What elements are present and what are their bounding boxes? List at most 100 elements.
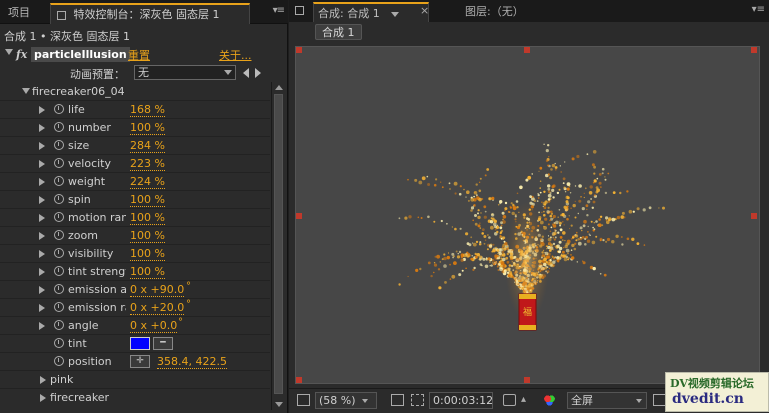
property-value[interactable]: 100 % bbox=[130, 229, 165, 243]
expand-triangle-icon[interactable] bbox=[39, 124, 45, 132]
stopwatch-icon[interactable] bbox=[54, 194, 64, 204]
property-value[interactable]: 223 % bbox=[130, 157, 165, 171]
expand-triangle-icon[interactable] bbox=[40, 376, 46, 384]
color-channels-icon[interactable] bbox=[543, 394, 556, 406]
reset-link[interactable]: 重置 bbox=[128, 47, 150, 63]
stopwatch-icon[interactable] bbox=[54, 266, 64, 276]
property-name: emission ra bbox=[68, 301, 126, 314]
preset-next-icon[interactable] bbox=[255, 68, 261, 78]
layer-handle[interactable] bbox=[296, 47, 302, 53]
lock-icon[interactable] bbox=[295, 6, 304, 15]
show-snapshot-icon[interactable]: ▴ bbox=[521, 394, 534, 406]
expand-triangle-icon[interactable] bbox=[39, 178, 45, 186]
always-preview-icon[interactable] bbox=[297, 394, 310, 406]
spark-particle bbox=[481, 198, 484, 200]
expand-triangle-icon[interactable] bbox=[39, 232, 45, 240]
expand-triangle-icon[interactable] bbox=[40, 394, 46, 402]
timecode-display[interactable]: 0:00:03:12 bbox=[429, 392, 493, 409]
layer-handle[interactable] bbox=[524, 377, 530, 383]
panel-menu-icon[interactable]: ▾≡ bbox=[273, 5, 285, 16]
about-link[interactable]: 关于... bbox=[219, 47, 252, 63]
stopwatch-icon[interactable] bbox=[54, 356, 64, 366]
spark-particle bbox=[544, 207, 546, 209]
stopwatch-icon[interactable] bbox=[54, 158, 64, 168]
comp-navigator-tab[interactable]: 合成 1 bbox=[315, 24, 362, 40]
degree-unit: ° bbox=[186, 299, 191, 310]
emitter-group[interactable]: firecreaker06_04 bbox=[0, 83, 270, 101]
stopwatch-icon[interactable] bbox=[54, 248, 64, 258]
property-value[interactable]: 0 x +20.0 bbox=[130, 301, 185, 315]
stopwatch-icon[interactable] bbox=[54, 302, 64, 312]
scroll-down-icon[interactable] bbox=[275, 402, 283, 407]
stopwatch-icon[interactable] bbox=[54, 104, 64, 114]
eyedropper-icon[interactable]: ━ bbox=[153, 337, 173, 350]
emitter-subgroup[interactable]: firecreaker bbox=[0, 388, 270, 406]
crosshair-icon[interactable]: ✛ bbox=[130, 355, 150, 368]
preset-prev-icon[interactable] bbox=[243, 68, 249, 78]
emitter-subgroup[interactable]: pink bbox=[0, 370, 270, 388]
layer-handle[interactable] bbox=[751, 213, 757, 219]
expand-triangle-icon[interactable] bbox=[22, 88, 30, 94]
expand-triangle-icon[interactable] bbox=[39, 214, 45, 222]
snapshot-icon[interactable] bbox=[503, 394, 516, 406]
expand-triangle-icon[interactable] bbox=[39, 160, 45, 168]
property-value[interactable]: 100 % bbox=[130, 193, 165, 207]
spark-particle bbox=[591, 163, 595, 167]
close-icon[interactable]: × bbox=[420, 4, 429, 17]
tab-effect-controls[interactable]: 特效控制台：深灰色 固态层 1 bbox=[50, 3, 250, 24]
zoom-select[interactable]: (58 %) bbox=[315, 392, 377, 409]
layer-handle[interactable] bbox=[296, 213, 302, 219]
stopwatch-icon[interactable] bbox=[54, 176, 64, 186]
property-value[interactable]: 100 % bbox=[130, 211, 165, 225]
expand-triangle-icon[interactable] bbox=[39, 142, 45, 150]
spark-particle bbox=[574, 216, 577, 219]
chevron-down-icon[interactable] bbox=[391, 11, 400, 17]
scroll-up-icon[interactable] bbox=[275, 85, 283, 90]
tint-color-swatch[interactable] bbox=[130, 337, 150, 350]
expand-triangle-icon[interactable] bbox=[39, 268, 45, 276]
property-value[interactable]: 284 % bbox=[130, 139, 165, 153]
property-value[interactable]: 100 % bbox=[130, 121, 165, 135]
property-value[interactable]: 224 % bbox=[130, 175, 165, 189]
stopwatch-icon[interactable] bbox=[54, 140, 64, 150]
property-value[interactable]: 100 % bbox=[130, 265, 165, 279]
tab-composition[interactable]: 合成: 合成 1 bbox=[313, 2, 429, 22]
property-value[interactable]: 0 x +90.0 bbox=[130, 283, 185, 297]
tab-layer[interactable]: 图层:（无） bbox=[465, 2, 524, 22]
expand-triangle-icon[interactable] bbox=[39, 322, 45, 330]
lock-icon[interactable] bbox=[57, 10, 66, 20]
composition-viewer[interactable]: 福 bbox=[295, 46, 760, 384]
stopwatch-icon[interactable] bbox=[54, 338, 64, 348]
resolution-select[interactable]: 全屏 bbox=[567, 392, 647, 409]
layer-handle[interactable] bbox=[524, 47, 530, 53]
stopwatch-icon[interactable] bbox=[54, 212, 64, 222]
position-value[interactable]: 358.4, 422.5 bbox=[157, 355, 227, 369]
expand-triangle-icon[interactable] bbox=[39, 106, 45, 114]
stopwatch-icon[interactable] bbox=[54, 284, 64, 294]
tab-project[interactable]: 项目 bbox=[2, 3, 46, 24]
expand-triangle-icon[interactable] bbox=[39, 304, 45, 312]
mask-visibility-icon[interactable] bbox=[411, 394, 424, 406]
property-value[interactable]: 0 x +0.0 bbox=[130, 319, 178, 333]
effect-name[interactable]: particleIllusion bbox=[31, 47, 130, 62]
spark-particle bbox=[598, 223, 602, 227]
stopwatch-icon[interactable] bbox=[54, 230, 64, 240]
stopwatch-icon[interactable] bbox=[54, 122, 64, 132]
vertical-scrollbar[interactable] bbox=[271, 82, 285, 410]
layer-handle[interactable] bbox=[751, 47, 757, 53]
property-value[interactable]: 100 % bbox=[130, 247, 165, 261]
property-value[interactable]: 168 % bbox=[130, 103, 165, 117]
layer-handle[interactable] bbox=[296, 377, 302, 383]
scroll-thumb[interactable] bbox=[274, 94, 283, 394]
panel-menu-icon[interactable]: ▾≡ bbox=[752, 4, 765, 15]
expand-triangle-icon[interactable] bbox=[39, 250, 45, 258]
collapse-triangle-icon[interactable] bbox=[5, 49, 13, 55]
expand-triangle-icon[interactable] bbox=[39, 286, 45, 294]
stopwatch-icon[interactable] bbox=[54, 320, 64, 330]
spark-particle bbox=[551, 188, 555, 192]
preset-select[interactable]: 无 bbox=[134, 65, 236, 80]
fx-toggle-icon[interactable]: fx bbox=[16, 48, 27, 61]
expand-triangle-icon[interactable] bbox=[39, 196, 45, 204]
safe-margins-icon[interactable] bbox=[391, 394, 404, 406]
property-name: size bbox=[68, 139, 90, 152]
